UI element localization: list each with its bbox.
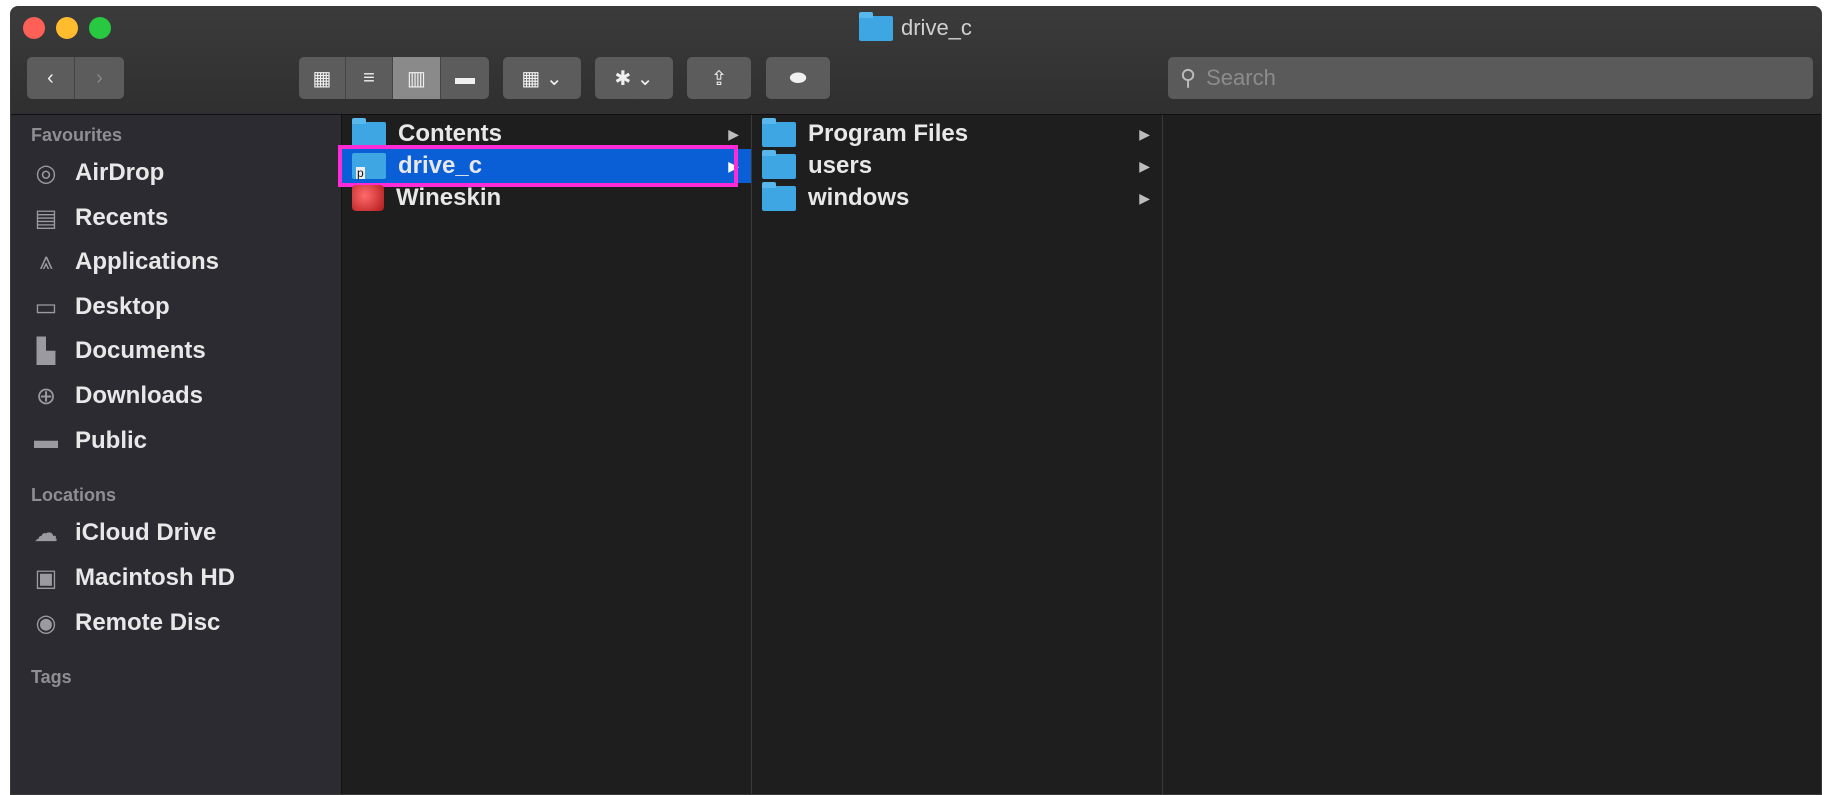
forward-button[interactable]: › <box>75 57 124 99</box>
share-button[interactable]: ⇪ <box>687 57 751 99</box>
view-mode-control: ▦ ≡ ▥ ▬ <box>299 57 489 99</box>
sidebar-item-documents[interactable]: ▙ Documents <box>31 331 206 371</box>
sidebar-item-label: Public <box>75 427 148 454</box>
folder-icon <box>762 181 796 211</box>
sidebar-item-desktop[interactable]: ▭ Desktop <box>31 287 170 327</box>
back-button[interactable]: ‹ <box>27 57 75 99</box>
folder-icon <box>859 11 893 41</box>
sidebar-item-airdrop[interactable]: ◎ AirDrop <box>31 153 165 193</box>
sidebar-item-icloud-drive[interactable]: ☁ iCloud Drive <box>31 513 216 553</box>
sidebar: Favourites ◎ AirDrop ▤ Recents ⩓ Applica… <box>11 115 342 794</box>
sidebar-item-label: Macintosh HD <box>75 564 236 591</box>
recents-icon: ▤ <box>34 204 58 232</box>
search-input[interactable] <box>1206 65 1767 91</box>
list-item-label: Contents <box>398 120 502 147</box>
column-view-button[interactable]: ▥ <box>393 57 441 99</box>
gallery-view-button[interactable]: ▬ <box>441 57 489 99</box>
list-item-drive-c[interactable]: drive_c ▶ <box>338 145 751 187</box>
app-icon <box>352 185 384 211</box>
sidebar-item-remote-disc[interactable]: ◉ Remote Disc <box>31 603 221 643</box>
sidebar-item-label: Desktop <box>75 293 170 320</box>
search-field[interactable]: ⚲ <box>1168 57 1813 99</box>
list-item-program-files[interactable]: Program Files ▶ <box>752 117 1162 151</box>
disclosure-arrow-icon: ▶ <box>1139 189 1150 206</box>
column-1: Contents ▶ drive_c ▶ Wineskin <box>338 115 752 794</box>
sidebar-item-label: Recents <box>75 204 169 231</box>
locations-heading: Locations <box>31 485 117 505</box>
downloads-icon: ⊕ <box>35 382 57 410</box>
list-item-label: users <box>808 152 873 179</box>
icon-view-button[interactable]: ▦ <box>299 57 346 99</box>
tags-heading: Tags <box>31 667 72 687</box>
window-title: drive_c <box>859 11 972 43</box>
sidebar-item-label: Applications <box>75 248 220 275</box>
desktop-icon: ▭ <box>34 293 58 321</box>
sidebar-item-recents[interactable]: ▤ Recents <box>31 198 169 238</box>
list-item-label: drive_c <box>398 152 483 179</box>
disclosure-arrow-icon: ▶ <box>728 157 739 174</box>
list-item-label: windows <box>808 184 910 211</box>
column-3 <box>1163 115 1821 794</box>
disclosure-arrow-icon: ▶ <box>728 125 739 142</box>
sidebar-item-label: iCloud Drive <box>75 519 217 546</box>
disk-icon: ▣ <box>34 564 58 592</box>
minimize-button[interactable] <box>56 17 78 39</box>
applications-icon: ⩓ <box>39 248 53 275</box>
sidebar-item-label: AirDrop <box>75 159 165 186</box>
list-view-button[interactable]: ≡ <box>346 57 393 99</box>
zoom-button[interactable] <box>89 17 111 39</box>
list-item-label: Program Files <box>808 120 969 147</box>
nav-buttons: ‹ › <box>27 57 124 99</box>
window-title-text: drive_c <box>901 15 972 40</box>
sidebar-item-macintosh-hd[interactable]: ▣ Macintosh HD <box>31 558 235 598</box>
tag-button[interactable]: ⬬ <box>766 57 830 99</box>
list-item-windows[interactable]: windows ▶ <box>752 181 1162 215</box>
favourites-heading: Favourites <box>31 125 123 145</box>
folder-icon <box>352 117 386 147</box>
close-button[interactable] <box>23 17 45 39</box>
finder-window: drive_c ‹ › ▦ ≡ ▥ ▬ ▦ ⌄ ✱ ⌄ ⇪ ⬬ ⚲ Favour… <box>10 6 1822 795</box>
disclosure-arrow-icon: ▶ <box>1139 157 1150 174</box>
column-2: Program Files ▶ users ▶ windows ▶ <box>752 115 1163 794</box>
disc-icon: ◉ <box>35 609 57 637</box>
folder-icon: ▬ <box>34 427 58 454</box>
disclosure-arrow-icon: ▶ <box>1139 125 1150 142</box>
list-item-wineskin[interactable]: Wineskin <box>342 181 751 215</box>
folder-icon <box>762 149 796 179</box>
cloud-icon: ☁ <box>34 519 58 547</box>
list-item-users[interactable]: users ▶ <box>752 149 1162 183</box>
sidebar-item-applications[interactable]: ⩓ Applications <box>31 242 219 282</box>
documents-icon: ▙ <box>36 337 56 365</box>
sidebar-item-label: Documents <box>75 337 206 364</box>
list-item-label: Wineskin <box>396 184 502 211</box>
sidebar-item-label: Downloads <box>75 382 204 409</box>
folder-icon <box>762 117 796 147</box>
sidebar-item-public[interactable]: ▬ Public <box>31 421 147 461</box>
search-icon: ⚲ <box>1180 65 1197 90</box>
list-item-contents[interactable]: Contents ▶ <box>342 117 751 151</box>
sidebar-item-label: Remote Disc <box>75 609 221 636</box>
airdrop-icon: ◎ <box>35 159 57 187</box>
action-button[interactable]: ✱ ⌄ <box>595 57 673 99</box>
title-bar: drive_c ‹ › ▦ ≡ ▥ ▬ ▦ ⌄ ✱ ⌄ ⇪ ⬬ ⚲ <box>11 7 1821 115</box>
group-button[interactable]: ▦ ⌄ <box>503 57 581 99</box>
folder-icon <box>352 153 386 179</box>
sidebar-item-downloads[interactable]: ⊕ Downloads <box>31 376 203 416</box>
